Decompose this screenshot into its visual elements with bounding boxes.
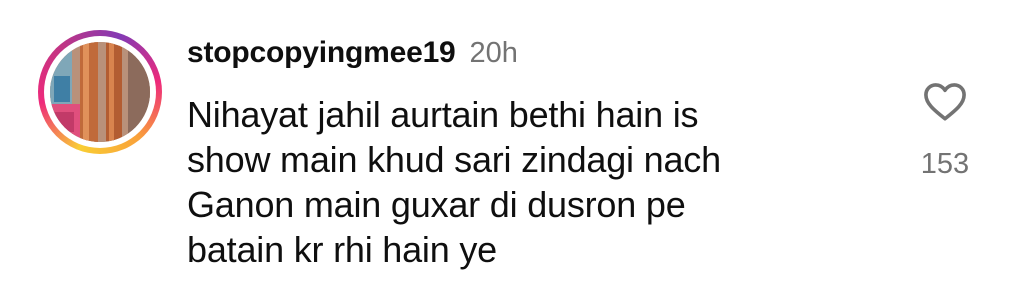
- username-link[interactable]: stopcopyingmee19: [187, 36, 456, 70]
- avatar[interactable]: [50, 42, 150, 142]
- story-ring[interactable]: [38, 30, 162, 154]
- avatar-gap: [44, 36, 156, 148]
- heart-icon[interactable]: [922, 80, 968, 122]
- comment-timestamp: 20h: [469, 37, 518, 69]
- like-count: 153: [920, 148, 970, 180]
- comment-header: stopcopyingmee19 20h: [187, 36, 518, 76]
- avatar-image: [50, 42, 150, 142]
- like-control: 153: [912, 80, 978, 181]
- comment-item: stopcopyingmee19 20h Nihayat jahil aurta…: [0, 0, 1024, 292]
- comment-text: Nihayat jahil aurtain bethi hain is show…: [187, 94, 721, 270]
